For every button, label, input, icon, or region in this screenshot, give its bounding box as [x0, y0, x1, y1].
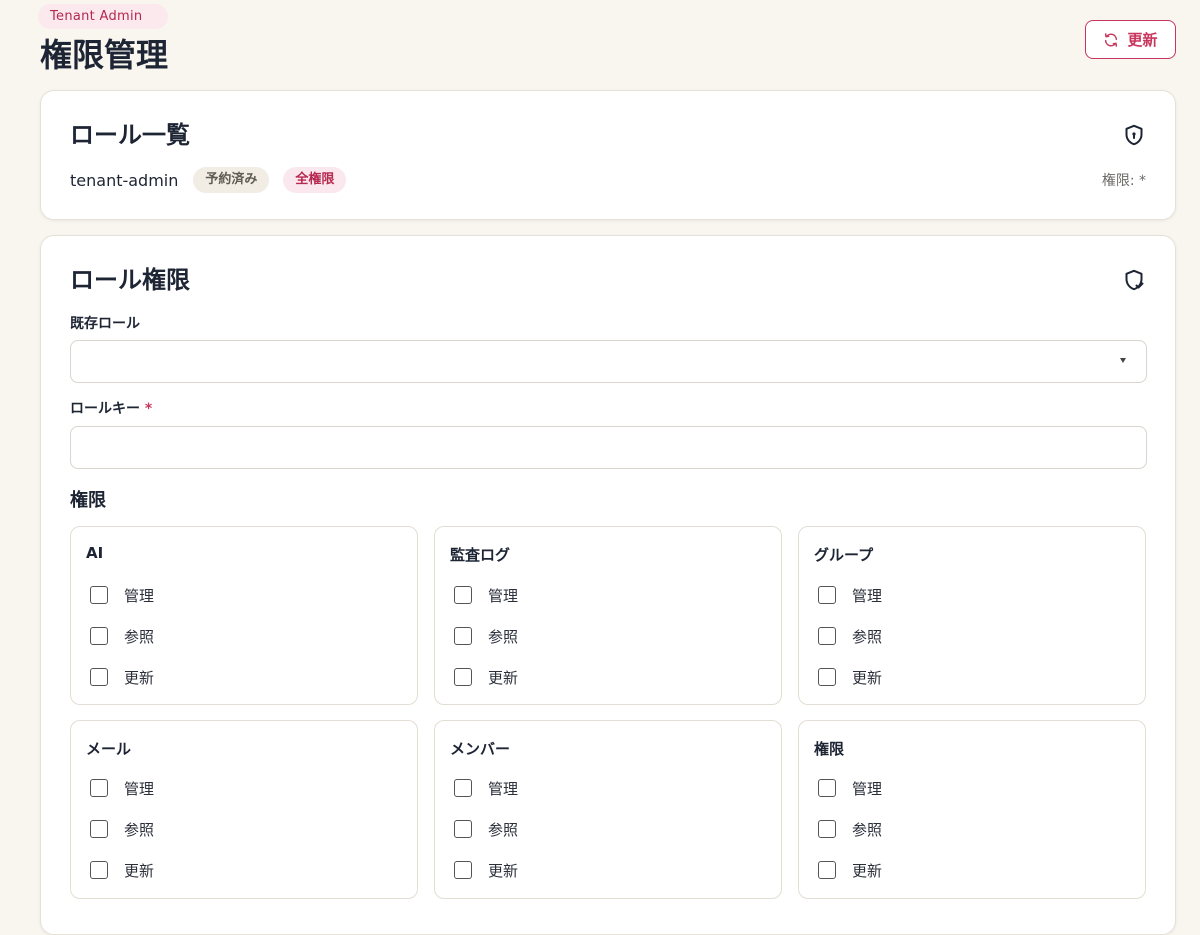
- permission-option-update[interactable]: 更新: [818, 859, 882, 881]
- checkbox[interactable]: [818, 779, 836, 797]
- permission-option-manage[interactable]: 管理: [818, 777, 882, 799]
- role-key-label: ロールキー: [70, 401, 140, 417]
- permission-option-view[interactable]: 参照: [818, 625, 882, 647]
- checkbox[interactable]: [90, 861, 108, 879]
- permission-option-label: 管理: [852, 779, 883, 798]
- existing-role-label: 既存ロール: [70, 316, 140, 332]
- permission-option-label: 参照: [852, 627, 883, 646]
- permission-option-label: 参照: [852, 820, 883, 839]
- permission-option-update[interactable]: 更新: [90, 859, 154, 881]
- permission-option-update[interactable]: 更新: [454, 859, 518, 881]
- role-permissions-text: 権限: *: [1101, 173, 1146, 189]
- roles-card-title: ロール一覧: [70, 121, 190, 149]
- role-key-label-wrapper: ロールキー *: [70, 400, 152, 418]
- permission-option-update[interactable]: 更新: [818, 666, 882, 688]
- permission-group-title: グループ: [814, 546, 874, 564]
- checkbox[interactable]: [90, 668, 108, 686]
- checkbox[interactable]: [818, 820, 836, 838]
- permission-option-label: 管理: [488, 779, 519, 798]
- refresh-button[interactable]: 更新: [1085, 20, 1176, 59]
- chevron-down-icon: [1120, 358, 1126, 363]
- permission-option-label: 更新: [488, 861, 519, 880]
- permission-option-view[interactable]: 参照: [90, 625, 154, 647]
- checkbox[interactable]: [90, 779, 108, 797]
- permission-option-label: 管理: [124, 586, 155, 605]
- permission-group-permissions: 権限 管理 参照 更新: [798, 720, 1146, 899]
- all-permissions-badge: 全権限: [283, 167, 347, 193]
- permission-option-label: 更新: [488, 668, 519, 687]
- permission-option-update[interactable]: 更新: [454, 666, 518, 688]
- role-key-input[interactable]: [70, 426, 1147, 469]
- permission-group-title: メール: [86, 740, 132, 758]
- permission-option-label: 参照: [124, 820, 155, 839]
- permission-option-manage[interactable]: 管理: [818, 584, 882, 606]
- tenant-admin-badge: Tenant Admin: [38, 4, 169, 29]
- permission-option-manage[interactable]: 管理: [454, 777, 518, 799]
- permission-option-view[interactable]: 参照: [454, 625, 518, 647]
- checkbox[interactable]: [818, 627, 836, 645]
- checkbox[interactable]: [90, 820, 108, 838]
- permission-option-label: 更新: [124, 861, 155, 880]
- permission-option-label: 管理: [124, 779, 155, 798]
- required-mark: *: [144, 401, 153, 417]
- role-name: tenant-admin: [70, 170, 179, 190]
- checkbox[interactable]: [90, 627, 108, 645]
- checkbox[interactable]: [454, 779, 472, 797]
- permission-group-title: AI: [86, 544, 104, 562]
- shield-lock-icon: [1122, 123, 1146, 147]
- permission-option-label: 更新: [124, 668, 155, 687]
- permission-group-ai: AI 管理 参照 更新: [70, 526, 418, 705]
- role-row[interactable]: tenant-admin 予約済み 全権限 権限: *: [70, 166, 1146, 194]
- checkbox[interactable]: [818, 861, 836, 879]
- checkbox[interactable]: [818, 668, 836, 686]
- checkbox[interactable]: [454, 627, 472, 645]
- permission-option-label: 更新: [852, 861, 883, 880]
- permission-option-label: 管理: [852, 586, 883, 605]
- checkbox[interactable]: [818, 586, 836, 604]
- permission-option-label: 参照: [124, 627, 155, 646]
- permission-option-manage[interactable]: 管理: [90, 584, 154, 606]
- permission-group-title: メンバー: [450, 740, 511, 758]
- checkbox[interactable]: [90, 586, 108, 604]
- checkbox[interactable]: [454, 820, 472, 838]
- roles-card: ロール一覧 tenant-admin 予約済み 全権限 権限: *: [40, 90, 1176, 220]
- permission-group-mail: メール 管理 参照 更新: [70, 720, 418, 899]
- permission-group-title: 監査ログ: [450, 546, 511, 564]
- permission-option-view[interactable]: 参照: [454, 818, 518, 840]
- permissions-section-label: 権限: [70, 490, 106, 511]
- refresh-icon: [1103, 32, 1119, 48]
- role-permissions-title: ロール権限: [70, 266, 190, 294]
- permission-option-label: 更新: [852, 668, 883, 687]
- refresh-button-label: 更新: [1127, 31, 1158, 49]
- permission-option-view[interactable]: 参照: [818, 818, 882, 840]
- existing-role-select[interactable]: [70, 340, 1147, 383]
- permission-group-members: メンバー 管理 参照 更新: [434, 720, 782, 899]
- permission-option-manage[interactable]: 管理: [454, 584, 518, 606]
- permission-option-manage[interactable]: 管理: [90, 777, 154, 799]
- permission-option-view[interactable]: 参照: [90, 818, 154, 840]
- reserved-badge: 予約済み: [193, 167, 270, 193]
- permission-group-audit-log: 監査ログ 管理 参照 更新: [434, 526, 782, 705]
- permission-option-label: 参照: [488, 820, 519, 839]
- role-permissions-card: ロール権限 既存ロール ロールキー * 権限 AI 管理 参照 更新 監査ログ: [40, 235, 1176, 935]
- checkbox[interactable]: [454, 861, 472, 879]
- checkbox[interactable]: [454, 668, 472, 686]
- permission-group-title: 権限: [814, 740, 845, 758]
- permission-option-update[interactable]: 更新: [90, 666, 154, 688]
- checkbox[interactable]: [454, 586, 472, 604]
- permission-group-group: グループ 管理 参照 更新: [798, 526, 1146, 705]
- page-title: 権限管理: [40, 36, 169, 74]
- permission-option-label: 参照: [488, 627, 519, 646]
- permission-option-label: 管理: [488, 586, 519, 605]
- shield-check-icon: [1122, 268, 1146, 292]
